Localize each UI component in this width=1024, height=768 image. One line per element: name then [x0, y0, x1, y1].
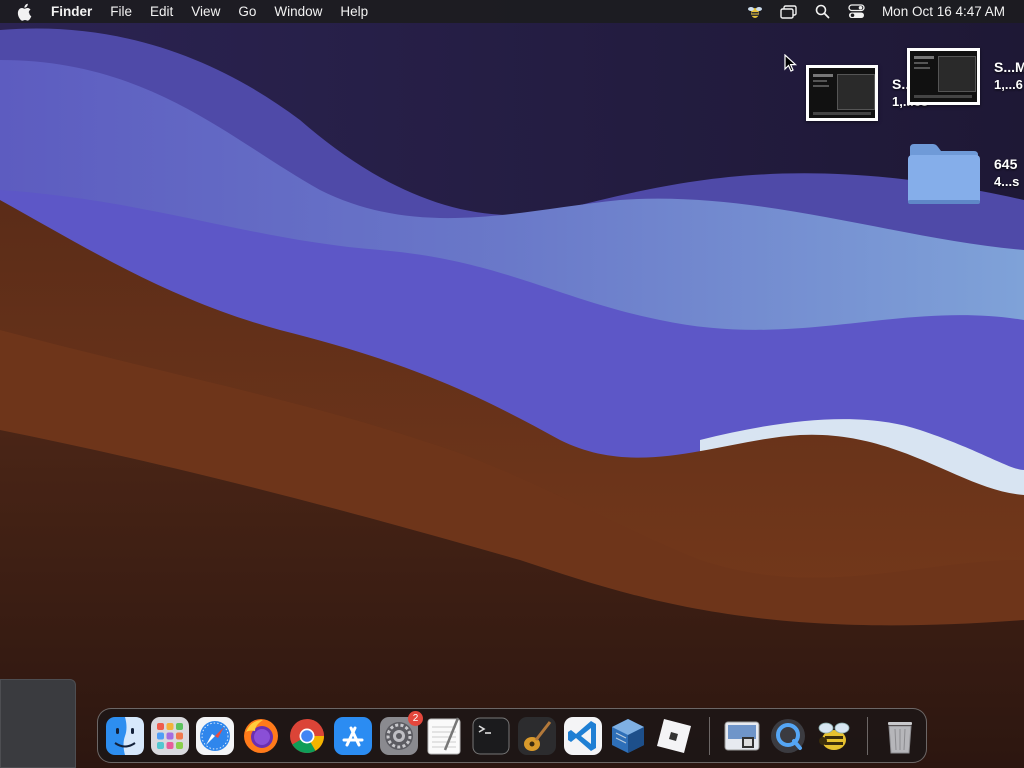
- mouse-pointer-icon: [784, 54, 798, 72]
- folder-icon: [908, 144, 980, 204]
- dock-separator: [709, 717, 710, 755]
- dock: 2: [97, 708, 927, 763]
- menubar-clock[interactable]: Mon Oct 16 4:47 AM: [882, 4, 1005, 19]
- dock-bee-app-icon[interactable]: [814, 716, 854, 756]
- file-thumbnail: [907, 48, 980, 105]
- menu-file[interactable]: File: [110, 4, 132, 19]
- search-icon[interactable]: [814, 3, 832, 21]
- dock-textedit-icon[interactable]: [425, 716, 465, 756]
- file-size: 1,...6: [994, 77, 1023, 92]
- dock-vscode-icon[interactable]: [563, 716, 603, 756]
- menu-window[interactable]: Window: [274, 4, 322, 19]
- dock-virtualbox-icon[interactable]: [608, 716, 648, 756]
- desktop-file-screenshot-2[interactable]: S...M 1,...6: [907, 48, 1024, 108]
- menu-go[interactable]: Go: [238, 4, 256, 19]
- control-center-icon[interactable]: [848, 3, 866, 21]
- dock-finder-icon[interactable]: [105, 716, 145, 756]
- file-name: S...M: [994, 59, 1024, 75]
- dock-roblox-icon[interactable]: [654, 716, 694, 756]
- dock-safari-icon[interactable]: [195, 716, 235, 756]
- dock-app-store-icon[interactable]: [333, 716, 373, 756]
- bee-icon[interactable]: [746, 3, 764, 21]
- dock-system-settings-icon[interactable]: 2: [379, 711, 423, 756]
- dock-terminal-icon[interactable]: [471, 716, 511, 756]
- dock-chrome-icon[interactable]: [287, 716, 327, 756]
- desktop-folder[interactable]: 645 4...s: [907, 142, 1024, 208]
- folder-label: 645 4...s: [994, 156, 1019, 190]
- menu-help[interactable]: Help: [340, 4, 368, 19]
- dock-firefox-icon[interactable]: [241, 716, 281, 756]
- dock-separator: [867, 717, 868, 755]
- dock-quicktime-icon[interactable]: [768, 716, 808, 756]
- file-thumbnail: [806, 65, 878, 121]
- dock-launchpad-icon[interactable]: [150, 716, 190, 756]
- dock-preview-icon[interactable]: [722, 716, 762, 756]
- dock-trash-icon[interactable]: [880, 716, 920, 756]
- folder-size: 4...s: [994, 174, 1020, 189]
- file-label: S...M 1,...6: [994, 59, 1024, 93]
- menu-view[interactable]: View: [191, 4, 220, 19]
- apple-menu-icon[interactable]: [17, 2, 37, 22]
- menu-app-finder[interactable]: Finder: [51, 4, 92, 19]
- menu-bar: Finder File Edit View Go Window Help Mon…: [0, 0, 1024, 23]
- partial-window-panel[interactable]: [0, 679, 76, 768]
- folder-name: 645: [994, 156, 1018, 172]
- menubar-status-area: Mon Oct 16 4:47 AM: [746, 0, 1024, 23]
- menu-edit[interactable]: Edit: [150, 4, 173, 19]
- screen-mirroring-icon[interactable]: [780, 3, 798, 21]
- dock-garageband-icon[interactable]: [517, 716, 557, 756]
- notification-badge: 2: [408, 711, 423, 726]
